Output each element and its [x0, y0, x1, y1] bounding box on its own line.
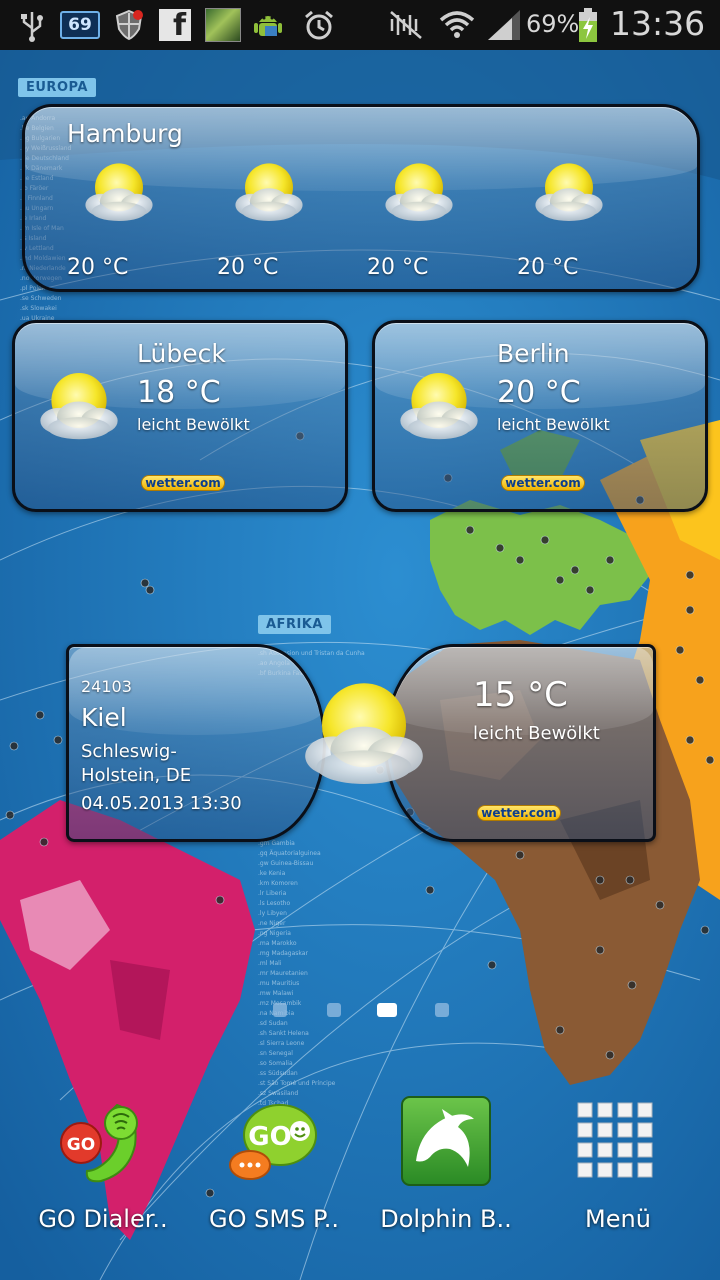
alarm-icon [302, 8, 336, 42]
partly-cloudy-icon [227, 157, 311, 229]
partly-cloudy-icon [377, 157, 461, 229]
mute-icon [388, 8, 424, 42]
svg-text:.sn Senegal: .sn Senegal [258, 1050, 293, 1057]
forecast-temp: 20 °C [517, 255, 579, 280]
svg-text:.ma Marokko: .ma Marokko [258, 940, 297, 947]
battery-percent: 69% [526, 10, 580, 38]
partly-cloudy-icon [294, 660, 434, 810]
partly-cloudy-icon [33, 365, 125, 449]
svg-text:.se Schweden: .se Schweden [20, 295, 62, 302]
region-label-africa: AFRIKA [258, 615, 331, 634]
svg-text:.mw Malawi: .mw Malawi [258, 990, 294, 997]
clock: 13:36 [610, 4, 706, 43]
svg-text:.lr Liberia: .lr Liberia [258, 890, 287, 897]
game-icon [204, 8, 242, 42]
wifi-icon [438, 8, 476, 42]
wetter-com-logo[interactable]: wetter.com [141, 475, 225, 491]
facebook-icon: f [158, 8, 192, 42]
svg-text:.st São Tomé und Príncipe: .st São Tomé und Príncipe [258, 1080, 336, 1087]
partly-cloudy-icon [527, 157, 611, 229]
kiel-left-panel: 24103 Kiel Schleswig- Holstein, DE 04.05… [66, 644, 326, 842]
svg-text:.gq Äquatorialguinea: .gq Äquatorialguinea [258, 850, 321, 857]
svg-text:.km Komoren: .km Komoren [258, 880, 298, 887]
partly-cloudy-icon [393, 365, 485, 449]
svg-text:.ke Kenia: .ke Kenia [258, 870, 286, 877]
dock-app-dolphin-browser[interactable]: Dolphin B.. [371, 1095, 521, 1235]
usb-icon [18, 8, 46, 42]
svg-text:.gw Guinea-Bissau: .gw Guinea-Bissau [258, 860, 313, 867]
wetter-com-logo[interactable]: wetter.com [477, 805, 561, 821]
city-name: Berlin [497, 339, 570, 368]
page-dot[interactable] [273, 1003, 287, 1017]
dock-app-go-sms[interactable]: GO GO SMS P.. [199, 1095, 349, 1235]
condition-text: leicht Bewölkt [497, 415, 610, 434]
svg-text:.ly Libyen: .ly Libyen [258, 910, 287, 917]
zip-code: 24103 [81, 677, 132, 696]
android-icon [250, 8, 286, 42]
svg-text:.ng Nigeria: .ng Nigeria [258, 930, 291, 937]
app-label: Dolphin B.. [380, 1205, 512, 1233]
svg-text:.mg Madagaskar: .mg Madagaskar [258, 950, 308, 957]
svg-text:.ne Niger: .ne Niger [258, 920, 286, 927]
svg-text:GO: GO [248, 1122, 291, 1152]
svg-text:.mu Mauritius: .mu Mauritius [258, 980, 299, 987]
current-temp: 20 °C [497, 375, 581, 410]
go-dialer-icon: GO [57, 1095, 149, 1187]
page-dot[interactable] [435, 1003, 449, 1017]
dock-app-go-dialer[interactable]: GO GO Dialer.. [28, 1095, 178, 1235]
signal-icon [486, 8, 522, 42]
shield-icon [114, 8, 144, 42]
svg-text:.ls Lesotho: .ls Lesotho [258, 900, 290, 907]
svg-text:.ss Südsudan: .ss Südsudan [258, 1070, 298, 1077]
forecast-temp: 20 °C [367, 255, 429, 280]
app-label: GO SMS P.. [209, 1205, 339, 1233]
svg-text:.sh Sankt Helena: .sh Sankt Helena [258, 1030, 309, 1037]
page-dot[interactable] [327, 1003, 341, 1017]
region-line-2: Holstein, DE [81, 765, 192, 786]
app-label: Menü [585, 1205, 651, 1233]
datetime: 04.05.2013 13:30 [81, 793, 242, 814]
weather-widget-kiel[interactable]: 24103 Kiel Schleswig- Holstein, DE 04.05… [66, 644, 656, 842]
weather-widget-luebeck[interactable]: Lübeck 18 °C leicht Bewölkt wetter.com [12, 320, 348, 512]
app-drawer-icon [572, 1095, 664, 1187]
svg-text:.sk Slowakei: .sk Slowakei [20, 305, 57, 312]
svg-text:.so Somalia: .so Somalia [258, 1060, 293, 1067]
weather-widget-hamburg[interactable]: Hamburg 20 °C 20 °C 20 °C 20 °C [22, 104, 700, 292]
status-bar: 69 f 69% 13:36 [0, 0, 720, 50]
svg-text:.sl Sierra Leone: .sl Sierra Leone [258, 1040, 305, 1047]
go-sms-icon: GO [228, 1095, 320, 1187]
condition-text: leicht Bewölkt [137, 415, 250, 434]
dolphin-browser-icon [400, 1095, 492, 1187]
svg-text:GO: GO [67, 1135, 95, 1155]
weather-widget-berlin[interactable]: Berlin 20 °C leicht Bewölkt wetter.com [372, 320, 708, 512]
city-name: Hamburg [67, 119, 183, 148]
svg-text:.mr Mauretanien: .mr Mauretanien [258, 970, 308, 977]
partly-cloudy-icon [77, 157, 161, 229]
app-label: GO Dialer.. [38, 1205, 168, 1233]
condition-text: leicht Bewölkt [473, 723, 600, 744]
region-line-1: Schleswig- [81, 741, 177, 762]
city-name: Lübeck [137, 339, 226, 368]
svg-text:.ml Mali: .ml Mali [258, 960, 282, 967]
city-name: Kiel [81, 703, 127, 732]
badge-69-icon: 69 [60, 8, 100, 42]
forecast-temp: 20 °C [67, 255, 129, 280]
svg-text:.sd Sudan: .sd Sudan [258, 1020, 288, 1027]
page-dot-active[interactable] [377, 1003, 397, 1017]
wetter-com-logo[interactable]: wetter.com [501, 475, 585, 491]
battery-charging-icon [576, 8, 600, 42]
forecast-temp: 20 °C [217, 255, 279, 280]
region-label-europe: EUROPA [18, 78, 96, 97]
notification-badge: 69 [60, 11, 100, 39]
current-temp: 15 °C [473, 675, 568, 715]
current-temp: 18 °C [137, 375, 221, 410]
dock-app-menu[interactable]: Menü [543, 1095, 693, 1235]
